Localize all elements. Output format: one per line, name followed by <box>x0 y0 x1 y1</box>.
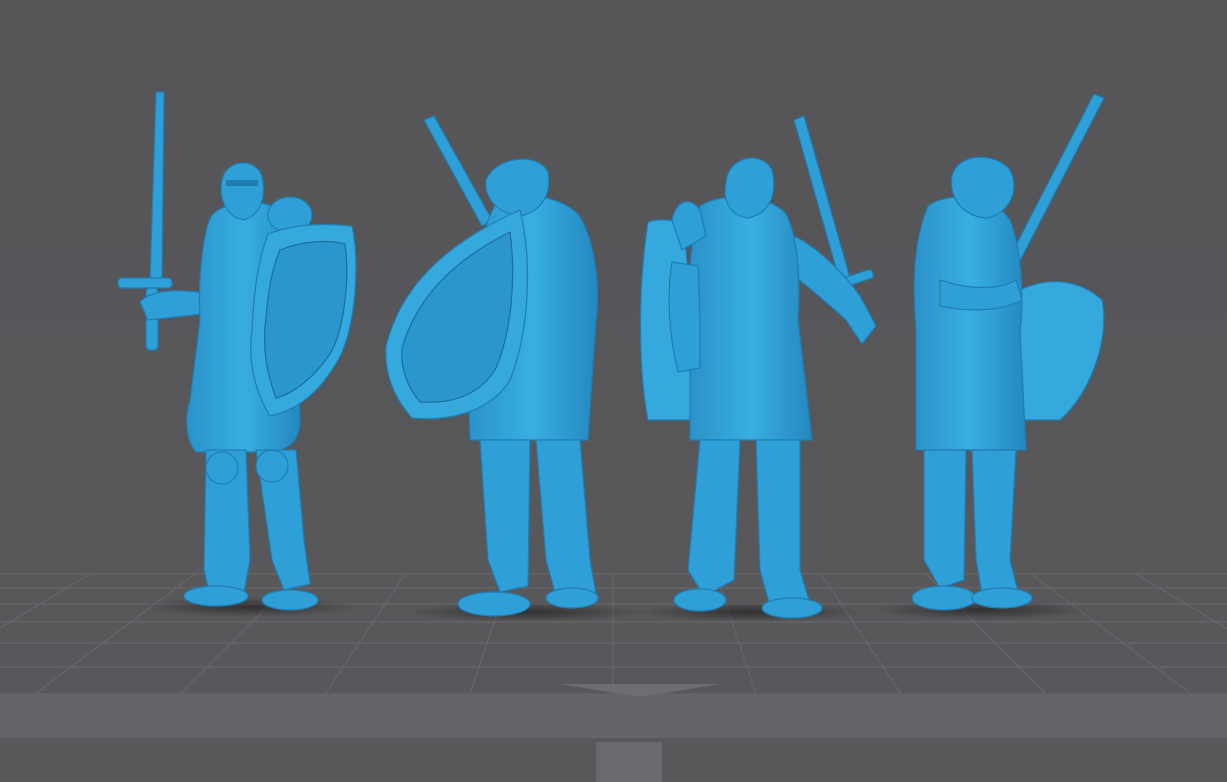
build-plate-edge <box>0 684 1227 782</box>
sword-guard <box>117 277 173 289</box>
3d-viewport[interactable] <box>0 0 1227 782</box>
